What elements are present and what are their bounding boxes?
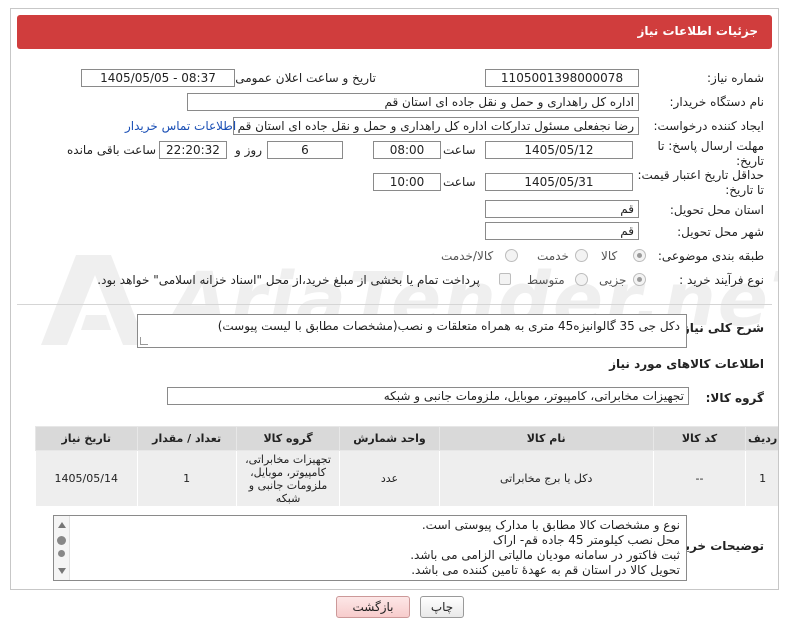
panel-title: جزئیات اطلاعات نیاز bbox=[637, 24, 758, 38]
col-header-date: تاریخ نیاز bbox=[35, 426, 138, 451]
col-header-row: ردیف bbox=[745, 426, 778, 451]
cell-group-line: تجهیزات مخابراتی، bbox=[245, 452, 331, 466]
buyer-notes-text: نوع و مشخصات کالا مطابق با مدارک پیوستی … bbox=[410, 518, 680, 578]
description-text: دکل جی 35 گالوانیزه45 متری به همراه متعل… bbox=[217, 319, 680, 333]
price-validity-time-field[interactable]: 10:00 bbox=[373, 173, 441, 191]
scroll-down-icon[interactable] bbox=[58, 568, 66, 574]
price-validity-label-line1: حداقل تاریخ اعتبار قیمت: bbox=[637, 168, 764, 182]
buyer-notes-scrollbar[interactable] bbox=[54, 516, 70, 580]
delivery-city-field[interactable]: قم bbox=[485, 222, 639, 240]
cell-name: دکل یا برج مخابراتی bbox=[438, 450, 654, 507]
scroll-thumb[interactable] bbox=[57, 536, 66, 545]
need-details-panel: جزئیات اطلاعات نیاز AriaTender.neT شماره… bbox=[10, 8, 779, 590]
reply-deadline-date-field[interactable]: 1405/05/12 bbox=[485, 141, 633, 159]
cell-date: 1405/05/14 bbox=[35, 450, 138, 507]
cell-row: 1 bbox=[745, 450, 778, 507]
delivery-province-label: استان محل تحویل: bbox=[669, 203, 764, 217]
purchase-type-radio-minor[interactable] bbox=[633, 273, 646, 286]
col-header-code: کد کالا bbox=[652, 426, 747, 451]
buyer-note-line: محل نصب کیلومتر 45 جاده قم- اراک bbox=[492, 533, 680, 547]
cell-unit: عدد bbox=[339, 450, 440, 507]
buyer-notes-textarea[interactable]: نوع و مشخصات کالا مطابق با مدارک پیوستی … bbox=[53, 515, 687, 581]
remaining-time-label: ساعت باقی مانده bbox=[67, 143, 157, 157]
requester-label: ایجاد کننده درخواست: bbox=[653, 119, 764, 133]
need-number-label: شماره نیاز: bbox=[707, 71, 764, 85]
col-header-qty: تعداد / مقدار bbox=[136, 426, 237, 451]
category-radio-goods-service[interactable] bbox=[505, 249, 518, 262]
requester-field[interactable]: رضا نجفعلی مسئول تدارکات اداره کل راهدار… bbox=[233, 117, 639, 135]
cell-group-line: کامپیوتر، موبایل، bbox=[250, 465, 327, 479]
purchase-type-option-medium: متوسط bbox=[527, 273, 565, 287]
buyer-note-line: نوع و مشخصات کالا مطابق با مدارک پیوستی … bbox=[421, 518, 680, 532]
cell-group-line: شبکه bbox=[275, 491, 301, 505]
category-option-service: خدمت bbox=[537, 249, 569, 263]
reply-deadline-time-field[interactable]: 08:00 bbox=[373, 141, 441, 159]
cell-qty: 1 bbox=[136, 450, 237, 507]
buyer-org-label: نام دستگاه خریدار: bbox=[669, 95, 765, 109]
purchase-type-option-minor: جزیی bbox=[599, 273, 627, 287]
goods-info-title: اطلاعات کالاهای مورد نیاز bbox=[609, 357, 764, 371]
announce-datetime-field[interactable]: 1405/05/05 - 08:37 bbox=[81, 69, 235, 87]
panel-header: جزئیات اطلاعات نیاز bbox=[17, 15, 772, 49]
announce-datetime-label: تاریخ و ساعت اعلان عمومی: bbox=[231, 71, 376, 85]
category-option-goods-service: کالا/خدمت bbox=[441, 249, 494, 263]
price-validity-date-field[interactable]: 1405/05/31 bbox=[485, 173, 633, 191]
section-divider bbox=[17, 304, 772, 305]
delivery-city-label: شهر محل تحویل: bbox=[677, 225, 764, 239]
reply-deadline-label-line2: تاریخ: bbox=[736, 154, 764, 168]
description-textarea[interactable]: دکل جی 35 گالوانیزه45 متری به همراه متعل… bbox=[137, 314, 687, 348]
cell-group-line: ملزومات جانبی و bbox=[248, 478, 328, 492]
cell-code: -- bbox=[652, 450, 747, 507]
price-validity-label-line2: تا تاریخ: bbox=[725, 183, 764, 197]
table-header-row: ردیف کد کالا نام کالا واحد شمارش گروه کا… bbox=[35, 426, 778, 451]
buyer-org-field[interactable]: اداره کل راهداری و حمل و نقل جاده ای است… bbox=[187, 93, 639, 111]
purchase-type-label: نوع فرآیند خرید : bbox=[679, 273, 764, 287]
reply-deadline-label-line1: مهلت ارسال پاسخ: تا bbox=[657, 139, 764, 153]
remaining-time-field[interactable]: 22:20:32 bbox=[159, 141, 227, 159]
goods-table: ردیف کد کالا نام کالا واحد شمارش گروه کا… bbox=[35, 426, 778, 507]
remaining-days-label: روز و bbox=[235, 143, 262, 157]
category-option-goods: کالا bbox=[601, 249, 618, 263]
buyer-note-line: ثبت فاکتور در سامانه مودیان مالیاتی الزا… bbox=[410, 548, 680, 562]
table-row[interactable]: 1 -- دکل یا برج مخابراتی عدد تجهیزات مخا… bbox=[35, 450, 778, 507]
category-label: طبقه بندی موضوعی: bbox=[657, 249, 764, 263]
col-header-unit: واحد شمارش bbox=[339, 426, 440, 451]
scroll-dot-icon bbox=[58, 550, 65, 557]
reply-deadline-time-label: ساعت bbox=[443, 143, 476, 157]
treasury-payment-checkbox[interactable] bbox=[499, 273, 511, 285]
back-button[interactable]: بازگشت bbox=[336, 596, 410, 618]
treasury-payment-note: پرداخت تمام یا بخشی از مبلغ خرید،از محل … bbox=[97, 273, 480, 287]
delivery-province-field[interactable]: قم bbox=[485, 200, 639, 218]
cell-group: تجهیزات مخابراتی، کامپیوتر، موبایل، ملزو… bbox=[235, 450, 341, 507]
goods-group-field[interactable]: تجهیزات مخابراتی، کامپیوتر، موبایل، ملزو… bbox=[167, 387, 689, 405]
col-header-name: نام کالا bbox=[438, 426, 654, 451]
remaining-days-field[interactable]: 6 bbox=[267, 141, 343, 159]
print-button[interactable]: چاپ bbox=[420, 596, 464, 618]
category-radio-service[interactable] bbox=[575, 249, 588, 262]
goods-group-label: گروه کالا: bbox=[705, 391, 764, 405]
need-number-field[interactable]: 1105001398000078 bbox=[485, 69, 639, 87]
category-radio-goods[interactable] bbox=[633, 249, 646, 262]
buyer-contact-link[interactable]: اطلاعات تماس خریدار bbox=[125, 119, 236, 133]
col-header-group: گروه کالا bbox=[235, 426, 341, 451]
price-validity-time-label: ساعت bbox=[443, 175, 476, 189]
scroll-up-icon[interactable] bbox=[58, 522, 66, 528]
buyer-note-line: تحویل کالا در استان قم به عهدهٔ تامین کن… bbox=[411, 563, 680, 577]
resize-grip-icon[interactable] bbox=[140, 337, 148, 345]
description-label: شرح کلی نیاز: bbox=[678, 321, 764, 335]
purchase-type-radio-medium[interactable] bbox=[575, 273, 588, 286]
